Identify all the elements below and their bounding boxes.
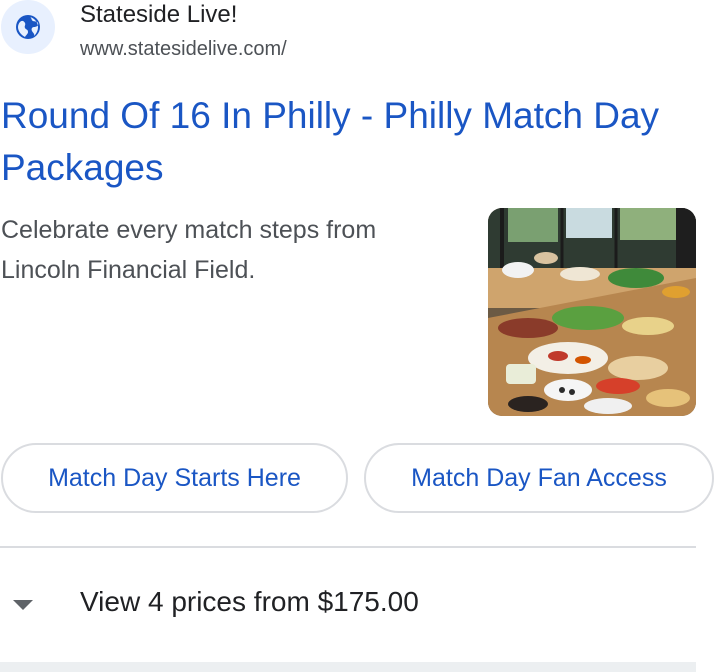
search-result-card: Stateside Live! www.statesidelive.com/ R… <box>0 0 714 672</box>
result-thumbnail[interactable] <box>488 208 696 416</box>
caret-down-icon <box>13 600 33 610</box>
site-name[interactable]: Stateside Live! <box>80 0 237 30</box>
bottom-bar <box>0 662 696 672</box>
food-spread-photo <box>488 208 696 416</box>
site-url[interactable]: www.statesidelive.com/ <box>80 36 287 62</box>
view-prices-toggle[interactable]: View 4 prices from $175.00 <box>0 570 696 638</box>
view-prices-label: View 4 prices from $175.00 <box>80 586 419 617</box>
chip-match-day-fan-access[interactable]: Match Day Fan Access <box>364 443 714 513</box>
result-title-link[interactable]: Round Of 16 In Philly - Philly Match Day… <box>1 90 701 194</box>
divider <box>0 546 696 548</box>
chip-match-day-starts-here[interactable]: Match Day Starts Here <box>1 443 348 513</box>
result-snippet: Celebrate every match steps from Lincoln… <box>1 216 377 284</box>
globe-icon[interactable] <box>1 0 55 54</box>
